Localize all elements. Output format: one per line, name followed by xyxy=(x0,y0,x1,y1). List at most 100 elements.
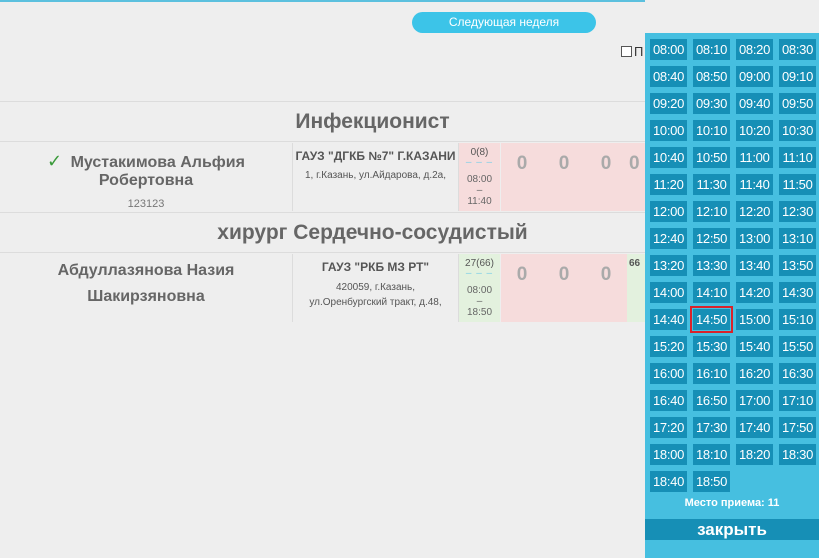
time-slot-button[interactable]: 18:40 xyxy=(650,471,687,492)
time-slot-button[interactable]: 13:50 xyxy=(779,255,816,276)
time-slot-button[interactable]: 13:30 xyxy=(693,255,730,276)
slot-sep: – xyxy=(476,296,483,307)
specialty-header: Инфекционист xyxy=(0,101,645,142)
time-slot-button[interactable]: 12:10 xyxy=(693,201,730,222)
clinic-address-line1: 420059, г.Казань, xyxy=(335,282,416,293)
time-slot-button[interactable]: 09:30 xyxy=(693,93,730,114)
doctor-name-cell[interactable]: ✓ Мустакимова Альфия Робертовна 123123 xyxy=(0,143,293,211)
time-slot-button[interactable]: 12:50 xyxy=(693,228,730,249)
time-slot-button[interactable]: 11:50 xyxy=(779,174,816,195)
specialty-header: хирург Сердечно-сосудистый xyxy=(0,212,645,253)
slot-from: 08:00 xyxy=(466,285,493,296)
day-cell[interactable]: 0 xyxy=(585,143,627,211)
time-slot-button[interactable]: 16:00 xyxy=(650,363,687,384)
time-slot-button[interactable]: 18:10 xyxy=(693,444,730,465)
time-slot-button[interactable]: 14:20 xyxy=(736,282,773,303)
time-slot-button[interactable]: 11:40 xyxy=(736,174,773,195)
time-slot-button[interactable]: 17:20 xyxy=(650,417,687,438)
time-slot-button[interactable]: 11:00 xyxy=(736,147,773,168)
time-slot-button[interactable]: 15:50 xyxy=(779,336,816,357)
time-slot-button[interactable]: 18:30 xyxy=(779,444,816,465)
slot-summary-cell[interactable]: 27(66) – – – 08:00 – 18:50 xyxy=(459,254,500,322)
time-slot-button[interactable]: 09:20 xyxy=(650,93,687,114)
time-slot-button[interactable]: 13:40 xyxy=(736,255,773,276)
time-slot-button[interactable]: 18:00 xyxy=(650,444,687,465)
next-week-button[interactable]: Следующая неделя xyxy=(412,12,596,33)
time-slot-button[interactable]: 12:40 xyxy=(650,228,687,249)
time-slot-button[interactable]: 15:10 xyxy=(779,309,816,330)
doctor-name[interactable]: Мустакимова Альфия Робертовна xyxy=(71,154,245,189)
time-slot-button[interactable]: 17:10 xyxy=(779,390,816,411)
time-slot-button[interactable]: 12:30 xyxy=(779,201,816,222)
time-slot-button[interactable]: 08:10 xyxy=(693,39,730,60)
time-slot-button[interactable]: 17:00 xyxy=(736,390,773,411)
clinic-cell: ГАУЗ "РКБ МЗ РТ" 420059, г.Казань, ул.Ор… xyxy=(293,254,459,322)
doctor-name-line2[interactable]: Шакирзяновна xyxy=(0,288,292,306)
day-cell[interactable]: 0 xyxy=(543,254,585,322)
specialty-title: хирург Сердечно-сосудистый xyxy=(217,220,528,244)
time-slot-button[interactable]: 11:30 xyxy=(693,174,730,195)
time-slot-button[interactable]: 10:30 xyxy=(779,120,816,141)
day-cell[interactable]: 0 xyxy=(543,143,585,211)
time-slot-button[interactable]: 15:20 xyxy=(650,336,687,357)
time-slot-button[interactable]: 10:50 xyxy=(693,147,730,168)
time-slot-button[interactable]: 10:00 xyxy=(650,120,687,141)
time-slot-button[interactable]: 17:30 xyxy=(693,417,730,438)
time-slot-button[interactable]: 13:10 xyxy=(779,228,816,249)
clinic-name: ГАУЗ "РКБ МЗ РТ" xyxy=(321,260,430,274)
time-slot-button[interactable]: 14:10 xyxy=(693,282,730,303)
time-slot-button[interactable]: 13:20 xyxy=(650,255,687,276)
time-slot-button[interactable]: 14:00 xyxy=(650,282,687,303)
close-button[interactable]: закрыть xyxy=(645,519,819,540)
time-slot-button[interactable]: 17:50 xyxy=(779,417,816,438)
check-icon: ✓ xyxy=(47,151,63,171)
doctor-name-cell[interactable]: Абдуллазянова Назия Шакирзяновна xyxy=(0,254,293,322)
day-cell[interactable]: 0 xyxy=(585,254,627,322)
time-slot-button[interactable]: 14:30 xyxy=(779,282,816,303)
time-slot-button[interactable]: 16:20 xyxy=(736,363,773,384)
time-slot-button[interactable]: 08:40 xyxy=(650,66,687,87)
time-picker-panel: 08:00 08:10 08:20 08:30 08:40 08:50 09:00 09:10… xyxy=(645,33,819,558)
time-slot-button[interactable]: 09:40 xyxy=(736,93,773,114)
time-slot-button-selected[interactable]: 14:50 xyxy=(690,306,733,333)
time-slot-button[interactable]: 10:20 xyxy=(736,120,773,141)
place-label: Место приема: 11 xyxy=(684,497,780,509)
doctor-name-line1[interactable]: Абдуллазянова Назия xyxy=(0,262,292,280)
slot-to: 11:40 xyxy=(467,196,492,207)
time-slot-button[interactable]: 18:20 xyxy=(736,444,773,465)
day-cell[interactable]: 0 xyxy=(627,143,645,211)
time-slot-button[interactable]: 16:10 xyxy=(693,363,730,384)
day-cell[interactable]: 66 xyxy=(627,254,645,322)
time-slot-button[interactable]: 09:10 xyxy=(779,66,816,87)
time-slot-button[interactable]: 12:20 xyxy=(736,201,773,222)
slot-summary-cell[interactable]: 0(8) – – – 08:00 – 11:40 xyxy=(459,143,500,211)
time-slot-button[interactable]: 11:20 xyxy=(650,174,687,195)
time-slot-button[interactable]: 16:40 xyxy=(650,390,687,411)
time-slot-button[interactable]: 15:40 xyxy=(736,336,773,357)
time-slot-button[interactable]: 15:00 xyxy=(736,309,773,330)
time-slot-button[interactable]: 10:10 xyxy=(693,120,730,141)
filter-checkbox-wrap[interactable]: П xyxy=(621,44,643,59)
time-slot-button[interactable]: 11:10 xyxy=(779,147,816,168)
time-slot-button[interactable]: 08:20 xyxy=(736,39,773,60)
doctor-row: ✓ Мустакимова Альфия Робертовна 123123 Г… xyxy=(0,143,645,211)
time-slot-button[interactable]: 08:50 xyxy=(693,66,730,87)
time-slot-button[interactable]: 12:00 xyxy=(650,201,687,222)
time-slot-button[interactable]: 18:50 xyxy=(693,471,730,492)
time-slot-button[interactable]: 10:40 xyxy=(650,147,687,168)
day-cell[interactable]: 0 xyxy=(501,143,543,211)
time-slot-button[interactable]: 17:40 xyxy=(736,417,773,438)
time-slot-button[interactable]: 13:00 xyxy=(736,228,773,249)
time-slot-button[interactable]: 15:30 xyxy=(693,336,730,357)
day-cell[interactable]: 0 xyxy=(501,254,543,322)
time-slot-button[interactable]: 08:00 xyxy=(650,39,687,60)
top-divider xyxy=(0,0,645,2)
time-slot-button[interactable]: 09:50 xyxy=(779,93,816,114)
time-slot-button[interactable]: 14:40 xyxy=(650,309,687,330)
slot-from: 08:00 xyxy=(466,174,493,185)
time-slot-button[interactable]: 16:30 xyxy=(779,363,816,384)
time-slot-button[interactable]: 09:00 xyxy=(736,66,773,87)
time-slot-button[interactable]: 16:50 xyxy=(693,390,730,411)
filter-checkbox[interactable] xyxy=(621,46,632,57)
time-slot-button[interactable]: 08:30 xyxy=(779,39,816,60)
